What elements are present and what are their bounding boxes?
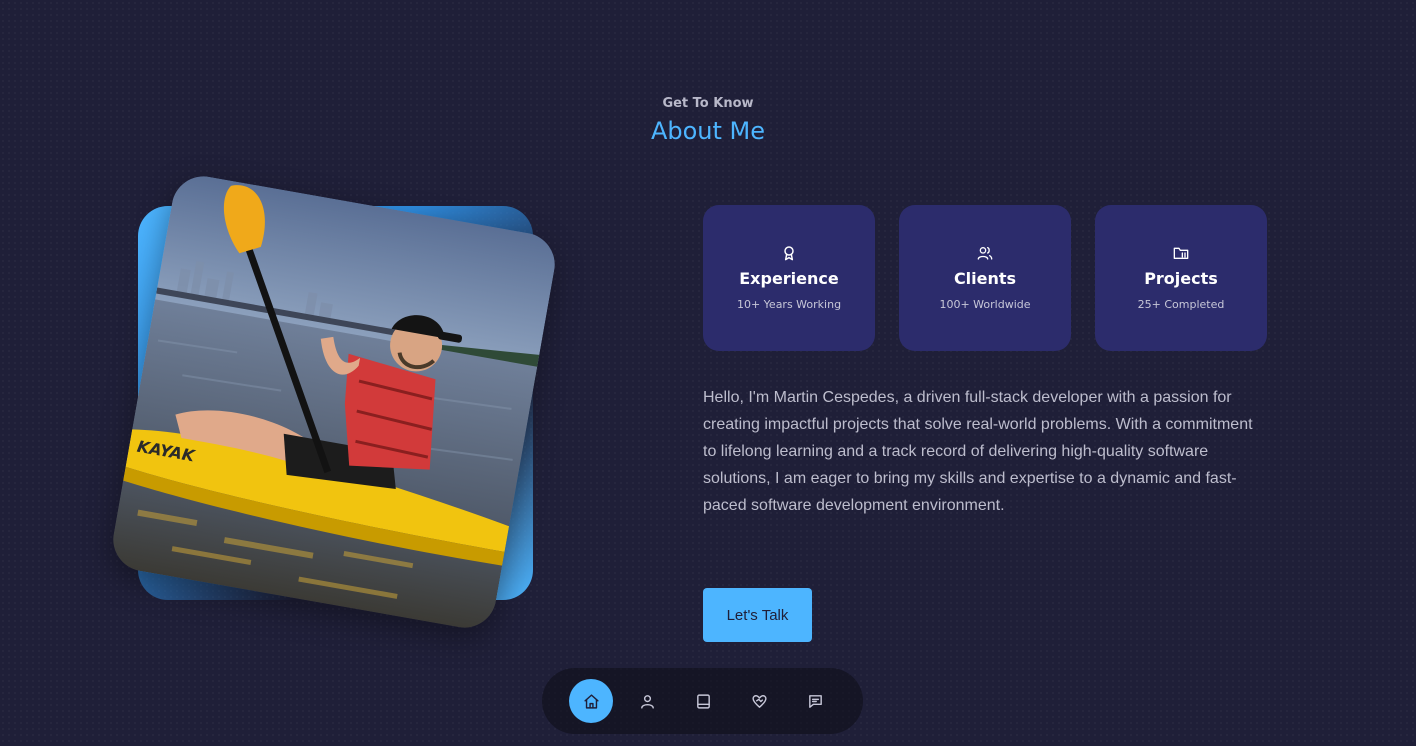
profile-photo-block: KAYAK [108, 171, 560, 634]
nav-contact[interactable] [793, 679, 837, 723]
stats-cards: Experience 10+ Years Working Clients 100… [703, 205, 1267, 351]
award-icon [781, 245, 797, 261]
bio-paragraph: Hello, I'm Martin Cespedes, a driven ful… [703, 389, 1253, 514]
user-icon [639, 693, 656, 710]
bottom-nav [542, 668, 863, 734]
section-header: Get To Know About Me [0, 96, 1416, 145]
book-icon [695, 693, 712, 710]
message-icon [807, 693, 824, 710]
kayak-photo-illustration: KAYAK [108, 171, 560, 633]
nav-home[interactable] [569, 679, 613, 723]
about-section: Get To Know About Me KAYAK Experience 10… [0, 0, 1416, 746]
users-icon [977, 245, 993, 261]
clients-card: Clients 100+ Worldwide [899, 205, 1071, 351]
section-eyebrow: Get To Know [662, 96, 754, 111]
card-subtitle: 25+ Completed [1137, 298, 1225, 311]
profile-photo: KAYAK [108, 171, 560, 633]
folder-icon [1173, 245, 1189, 261]
nav-about[interactable] [625, 679, 669, 723]
card-title: Projects [1144, 269, 1218, 288]
card-subtitle: 100+ Worldwide [939, 298, 1031, 311]
experience-card: Experience 10+ Years Working [703, 205, 875, 351]
projects-card: Projects 25+ Completed [1095, 205, 1267, 351]
card-title: Experience [739, 269, 839, 288]
nav-experience[interactable] [681, 679, 725, 723]
heart-handshake-icon [751, 693, 768, 710]
nav-services[interactable] [737, 679, 781, 723]
lets-talk-button[interactable]: Let's Talk [703, 588, 812, 642]
card-title: Clients [953, 269, 1017, 288]
card-subtitle: 10+ Years Working [736, 298, 842, 311]
home-icon [583, 693, 600, 710]
section-title: About Me [650, 117, 766, 145]
